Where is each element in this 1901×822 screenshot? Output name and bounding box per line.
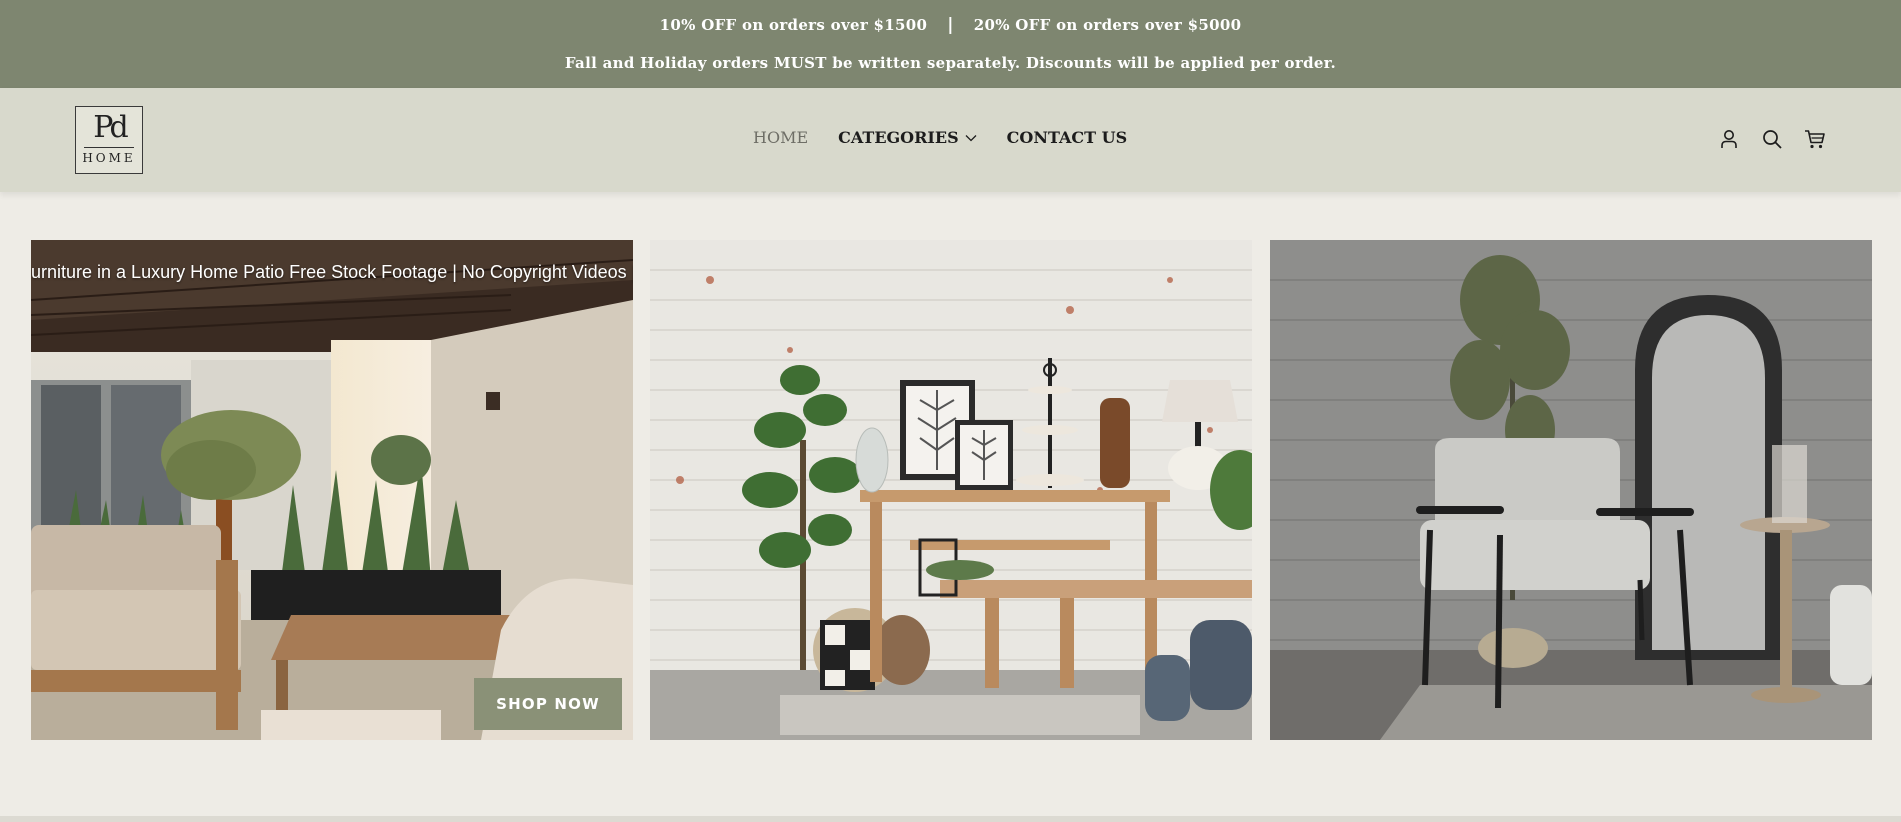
offer-separator: | xyxy=(947,15,954,35)
offer-20-percent: 20% OFF on orders over $5000 xyxy=(973,16,1242,34)
logo-monogram: Pd xyxy=(93,110,128,145)
offer-10-percent: 10% OFF on orders over $1500 xyxy=(659,16,928,34)
logo-divider xyxy=(84,147,134,148)
announcement-bar: 10% OFF on orders over $1500 | 20% OFF o… xyxy=(0,0,1901,88)
header-actions xyxy=(1718,128,1826,150)
shop-now-button[interactable]: SHOP NOW xyxy=(474,678,622,730)
console-table-tile[interactable] xyxy=(650,240,1252,740)
order-notice: Fall and Holiday orders MUST be written … xyxy=(564,54,1337,72)
cart-icon[interactable] xyxy=(1804,128,1826,150)
console-table-image xyxy=(650,240,1252,740)
armchair-image xyxy=(1270,240,1872,740)
footer-divider xyxy=(0,816,1901,822)
site-header: Pd HOME HOME CATEGORIES CONTACT US xyxy=(0,88,1901,192)
patio-video-image xyxy=(31,240,633,740)
armchair-tile[interactable] xyxy=(1270,240,1872,740)
nav-categories-label: CATEGORIES xyxy=(838,128,959,147)
account-icon[interactable] xyxy=(1718,128,1740,150)
patio-video-tile[interactable]: urniture in a Luxury Home Patio Free Sto… xyxy=(31,240,633,740)
logo-word: HOME xyxy=(82,151,136,165)
nav-categories[interactable]: CATEGORIES xyxy=(838,128,977,147)
search-icon[interactable] xyxy=(1761,128,1783,150)
main-nav: HOME CATEGORIES CONTACT US xyxy=(753,128,1127,147)
nav-contact[interactable]: CONTACT US xyxy=(1007,128,1127,147)
site-logo[interactable]: Pd HOME xyxy=(75,106,143,174)
discount-offers: 10% OFF on orders over $1500 | 20% OFF o… xyxy=(0,15,1901,35)
chevron-down-icon xyxy=(965,134,977,141)
nav-home[interactable]: HOME xyxy=(753,128,808,147)
video-title[interactable]: urniture in a Luxury Home Patio Free Sto… xyxy=(31,262,633,283)
